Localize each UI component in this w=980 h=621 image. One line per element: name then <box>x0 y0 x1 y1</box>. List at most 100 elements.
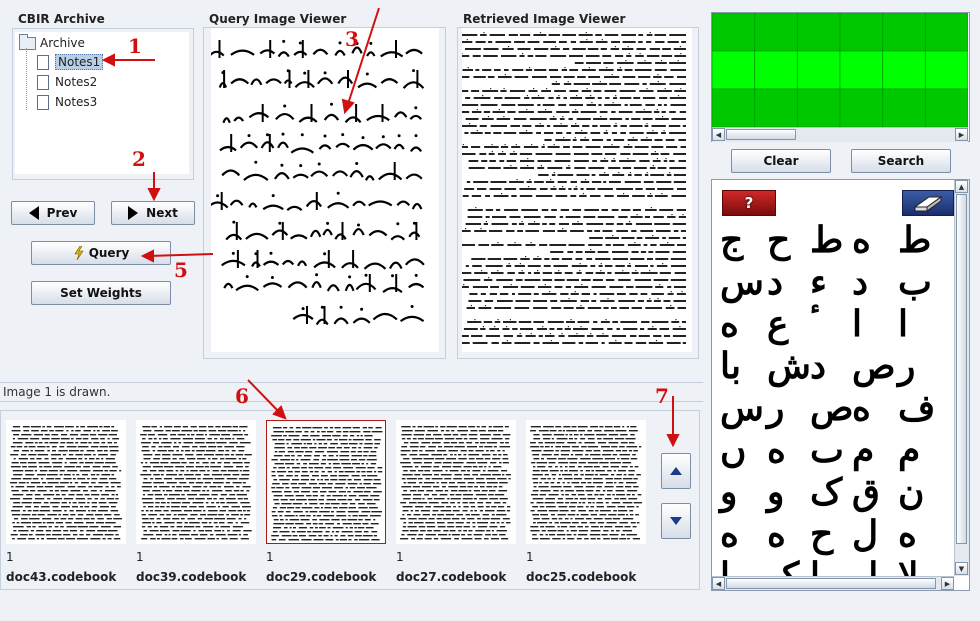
glyph-tile[interactable]: و <box>767 474 784 510</box>
arrow-down-icon <box>670 517 682 525</box>
eraser-button[interactable] <box>902 190 954 216</box>
glyph-tile[interactable]: ط <box>810 222 843 258</box>
glyph-tile[interactable]: ه <box>852 222 871 258</box>
tree-item-notes2[interactable]: Notes2 <box>37 73 97 91</box>
result-rank: 1 <box>526 550 534 564</box>
glyph-tile[interactable]: ه <box>852 390 871 426</box>
annotation-label: 6 <box>235 384 249 408</box>
scroll-thumb[interactable] <box>956 194 967 544</box>
triangle-right-icon <box>128 206 139 220</box>
glyph-tile[interactable]: ر <box>767 390 784 426</box>
result-thumbnail[interactable] <box>526 420 646 544</box>
glyph-tile[interactable]: ٮ <box>810 432 844 468</box>
search-button[interactable]: Search <box>851 149 951 173</box>
tree-root[interactable]: Archive <box>19 33 85 52</box>
glyph-tile[interactable]: ج <box>720 222 743 258</box>
scroll-down-button[interactable] <box>661 503 691 539</box>
result-filename: doc27.codebook <box>396 570 507 584</box>
archive-group: Archive Notes1 Notes2 Notes3 <box>12 28 194 180</box>
scroll-right-button[interactable]: ▶ <box>941 577 954 590</box>
glyph-tile[interactable]: ه <box>898 516 917 552</box>
retrieved-viewer-group <box>451 27 699 359</box>
glyph-tile[interactable]: ق <box>852 474 880 510</box>
set-weights-button-label: Set Weights <box>60 286 142 300</box>
tree-item-notes3[interactable]: Notes3 <box>37 93 97 111</box>
glyph-tile[interactable]: ٴ <box>810 306 821 342</box>
glyph-tile[interactable]: ا <box>898 306 908 342</box>
clear-button[interactable]: Clear <box>731 149 831 173</box>
help-button[interactable]: ? <box>722 190 776 216</box>
tree-line <box>26 48 28 110</box>
glyph-tile[interactable]: ع <box>767 306 788 342</box>
set-weights-button[interactable]: Set Weights <box>31 281 171 305</box>
glyph-tile[interactable]: ء <box>810 264 827 300</box>
glyph-tile[interactable]: ل <box>852 516 878 552</box>
glyph-tile[interactable]: ه <box>767 516 786 552</box>
glyph-tile[interactable]: ص <box>852 348 896 384</box>
feature-grid[interactable] <box>712 13 968 127</box>
scroll-down-small-button[interactable]: ▼ <box>955 562 968 575</box>
glyph-tile[interactable]: ا <box>852 306 862 342</box>
result-rank: 1 <box>136 550 144 564</box>
scroll-up-button[interactable] <box>661 453 691 489</box>
prev-button[interactable]: Prev <box>11 201 95 225</box>
glyph-tile[interactable]: ر <box>898 348 915 384</box>
glyph-tile[interactable]: س <box>720 264 764 300</box>
palette-horizontal-scrollbar[interactable]: ◀ ▶ <box>712 576 954 590</box>
result-thumbnail[interactable] <box>396 420 516 544</box>
glyph-tile[interactable]: س <box>720 390 764 426</box>
grid-horizontal-scrollbar[interactable]: ◀ ▶ <box>712 127 968 142</box>
query-viewer-title: Query Image Viewer <box>209 12 347 26</box>
tree-item-label: Notes2 <box>55 75 98 89</box>
glyph-tile[interactable]: ب <box>898 264 932 300</box>
glyph-tile[interactable]: م <box>898 432 920 468</box>
tree-item-notes1[interactable]: Notes1 <box>37 53 104 71</box>
next-button[interactable]: Next <box>111 201 195 225</box>
result-thumbnail[interactable] <box>6 420 126 544</box>
glyph-tile[interactable]: ط <box>898 222 931 258</box>
lightning-icon <box>74 246 84 260</box>
glyph-tile[interactable]: ف <box>898 390 935 426</box>
glyph-tile[interactable]: د <box>852 264 868 300</box>
query-button[interactable]: Query <box>31 241 171 265</box>
tree-item-label: Notes1 <box>55 54 104 70</box>
document-icon <box>37 94 49 110</box>
scroll-thumb[interactable] <box>726 129 796 140</box>
scroll-up-small-button[interactable]: ▲ <box>955 180 968 193</box>
result-thumbnail[interactable] <box>266 420 386 544</box>
search-button-label: Search <box>877 154 925 168</box>
archive-tree: Archive Notes1 Notes2 Notes3 <box>15 32 189 174</box>
glyph-tile[interactable]: ش <box>767 348 811 384</box>
question-mark-icon: ? <box>744 194 754 212</box>
glyph-tile[interactable]: ه <box>720 306 739 342</box>
glyph-tile[interactable]: ن <box>898 474 924 510</box>
glyph-tile[interactable]: ص <box>810 390 854 426</box>
feature-grid-panel: ◀ ▶ <box>711 12 970 142</box>
glyph-tile[interactable]: ں <box>720 432 746 468</box>
glyph-tile[interactable]: م <box>852 432 874 468</box>
glyph-tile[interactable]: با <box>720 348 741 384</box>
result-thumbnail[interactable] <box>136 420 256 544</box>
glyph-tile[interactable]: ح <box>767 222 790 258</box>
scroll-thumb[interactable] <box>726 578 936 589</box>
glyph-tile[interactable]: د <box>767 264 783 300</box>
glyph-tile[interactable]: د <box>810 348 826 384</box>
palette-vertical-scrollbar[interactable]: ▲ ▼ <box>954 180 969 576</box>
glyph-tile[interactable]: ه <box>767 432 786 468</box>
prev-button-label: Prev <box>46 206 78 220</box>
result-rank: 1 <box>396 550 404 564</box>
archive-title: CBIR Archive <box>18 12 105 26</box>
query-image <box>206 28 439 352</box>
glyph-tile[interactable]: ک <box>810 474 842 510</box>
document-thumbnail-image <box>140 426 252 540</box>
scroll-left-button[interactable]: ◀ <box>712 128 725 141</box>
glyph-tile[interactable]: ه <box>720 516 739 552</box>
glyph-tile[interactable]: و <box>720 474 737 510</box>
document-thumbnail-image <box>530 426 642 540</box>
document-thumbnail-image <box>400 426 511 540</box>
printed-document-image <box>451 32 686 344</box>
scroll-right-button[interactable]: ▶ <box>955 128 968 141</box>
glyph-tile[interactable]: ح <box>810 516 833 552</box>
scroll-left-button[interactable]: ◀ <box>712 577 725 590</box>
result-filename: doc39.codebook <box>136 570 247 584</box>
